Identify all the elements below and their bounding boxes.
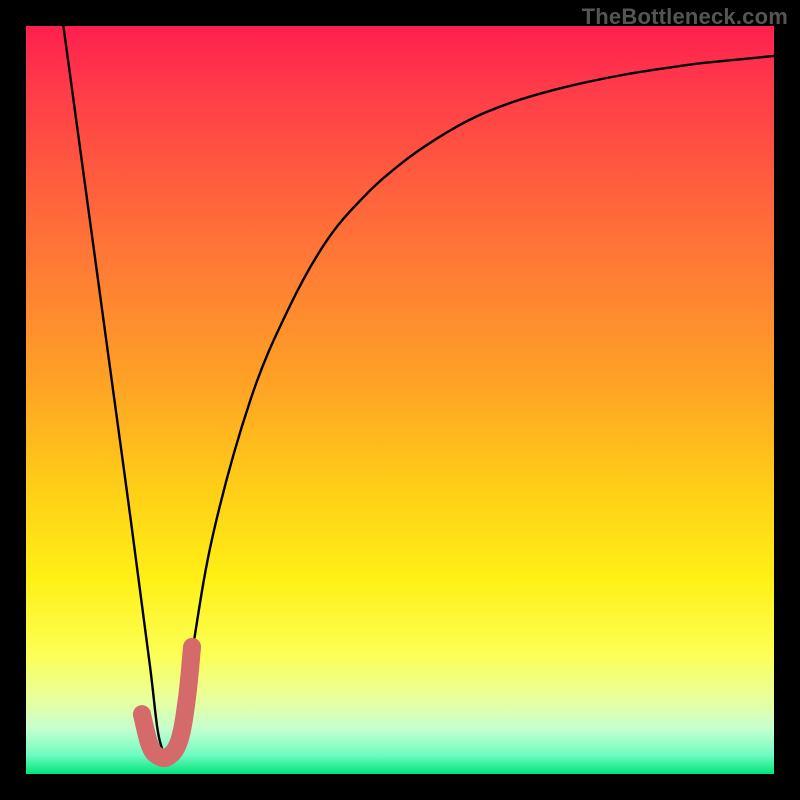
- chart-frame: TheBottleneck.com: [0, 0, 800, 800]
- curves-svg: [26, 26, 774, 774]
- watermark-text: TheBottleneck.com: [582, 4, 788, 30]
- bottleneck-curve: [63, 26, 774, 760]
- plot-area: [26, 26, 774, 774]
